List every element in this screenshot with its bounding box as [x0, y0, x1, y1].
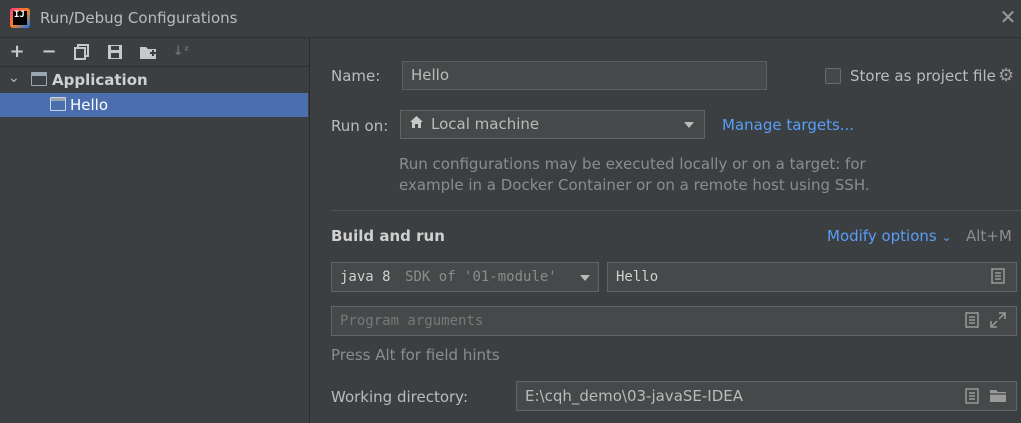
sdk-main: java 8 [340, 269, 391, 285]
title-bar: IJ Run/Debug Configurations ✕ [0, 0, 1021, 38]
program-arguments-field[interactable]: Program arguments [331, 306, 1017, 336]
chevron-down-icon: ⌄ [941, 230, 952, 244]
run-on-label: Run on: [331, 117, 389, 135]
store-as-project-label[interactable]: Store as project file [850, 67, 996, 85]
name-label: Name: [331, 67, 381, 85]
program-arguments-placeholder: Program arguments [340, 313, 484, 329]
working-directory-label: Working directory: [331, 388, 469, 406]
gear-icon[interactable]: ⚙ [998, 65, 1014, 86]
copy-icon[interactable] [71, 41, 93, 63]
tree-group-label: Application [52, 71, 148, 89]
store-as-project-checkbox[interactable] [825, 68, 841, 84]
tree-item-label: Hello [70, 96, 109, 114]
main-class-field[interactable]: Hello [607, 262, 1017, 292]
close-icon[interactable]: ✕ [997, 6, 1019, 28]
expand-document-icon[interactable] [965, 312, 979, 332]
browse-document-icon[interactable] [991, 268, 1005, 288]
name-field[interactable]: Hello [402, 61, 767, 90]
jre-sdk-dropdown[interactable]: java 8 SDK of '01-module' [331, 262, 599, 292]
configurations-tree-panel: + − ↓ᶻ ⌄ Application Hello [0, 38, 310, 423]
section-divider [331, 210, 1021, 211]
field-hint-text: Press Alt for field hints [331, 346, 500, 364]
chevron-down-icon[interactable] [580, 275, 590, 281]
intellij-app-icon: IJ [10, 8, 30, 28]
new-folder-icon[interactable] [137, 41, 159, 63]
remove-icon[interactable]: − [38, 41, 60, 63]
modify-options-label: Modify options [827, 227, 937, 245]
modify-options-link[interactable]: Modify options ⌄ [827, 227, 952, 245]
run-on-hint-line2: example in a Docker Container or on a re… [399, 176, 870, 194]
tree-item-hello[interactable]: Hello [0, 93, 308, 117]
tree-toolbar: + − ↓ᶻ [0, 38, 309, 67]
sort-icon[interactable]: ↓ᶻ [170, 41, 192, 63]
home-icon [409, 115, 424, 133]
application-config-icon [50, 97, 66, 111]
chevron-down-icon[interactable]: ⌄ [8, 70, 20, 86]
working-directory-field[interactable]: E:\cqh_demo\03-javaSE-IDEA [516, 381, 1017, 411]
modify-options-shortcut: Alt+M [966, 227, 1012, 245]
application-config-icon [31, 72, 47, 86]
macro-document-icon[interactable] [965, 388, 979, 408]
main-class-value: Hello [616, 269, 659, 285]
run-on-value: Local machine [431, 115, 540, 133]
maximize-icon[interactable] [990, 312, 1006, 332]
add-icon[interactable]: + [6, 41, 28, 63]
configuration-form: Name: Hello Store as project file ⚙ Run … [310, 38, 1021, 423]
section-title: Build and run [331, 227, 445, 245]
tree-item-application[interactable]: ⌄ Application [0, 68, 308, 92]
working-directory-value: E:\cqh_demo\03-javaSE-IDEA [525, 387, 744, 405]
folder-icon[interactable] [989, 389, 1007, 407]
window-title: Run/Debug Configurations [40, 9, 238, 27]
run-on-dropdown[interactable]: Local machine [400, 110, 705, 139]
sdk-detail: SDK of '01-module' [405, 269, 557, 285]
run-on-hint-line1: Run configurations may be executed local… [399, 155, 866, 173]
save-icon[interactable] [104, 41, 126, 63]
manage-targets-link[interactable]: Manage targets... [722, 116, 854, 134]
chevron-down-icon[interactable] [684, 122, 694, 128]
